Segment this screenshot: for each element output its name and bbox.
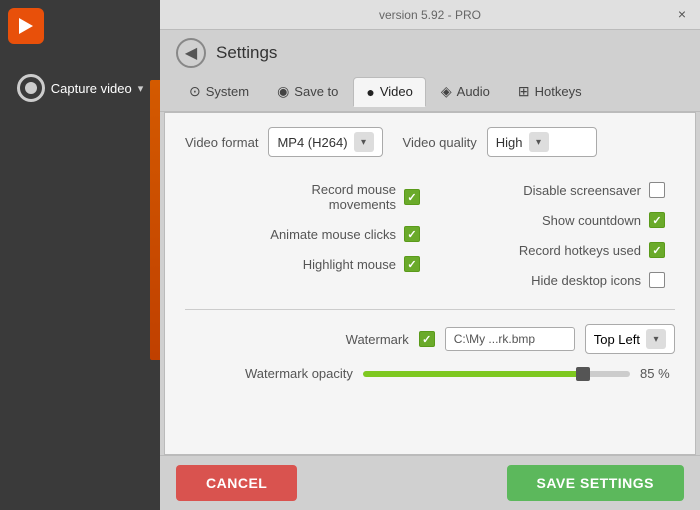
watermark-label: Watermark (346, 332, 409, 347)
sidebar: Capture video ▾ (0, 0, 160, 510)
content-panel: Video format MP4 (H264) ▾ Video quality … (164, 112, 696, 455)
back-icon: ◀ (185, 43, 197, 63)
app-logo (8, 8, 44, 44)
highlight-mouse-label: Highlight mouse (303, 257, 396, 272)
system-tab-label: System (206, 84, 249, 99)
options-grid: Record mousemovements Animate mouse clic… (185, 175, 675, 295)
back-button[interactable]: ◀ (176, 38, 206, 68)
watermark-position-select[interactable]: Top Left ▾ (585, 324, 675, 354)
capture-video-button[interactable]: Capture video ▾ (9, 70, 151, 106)
video-format-arrow-icon: ▾ (354, 132, 374, 152)
video-format-label: Video format (185, 135, 258, 150)
footer: CANCEL SAVE SETTINGS (160, 455, 700, 510)
video-tab-icon: ● (366, 84, 374, 100)
video-format-select[interactable]: MP4 (H264) ▾ (268, 127, 382, 157)
animate-clicks-label: Animate mouse clicks (270, 227, 396, 242)
watermark-pos-value: Top Left (594, 332, 640, 347)
capture-dropdown-arrow: ▾ (138, 82, 144, 95)
capture-video-label: Capture video (51, 81, 132, 96)
opacity-label: Watermark opacity (245, 366, 353, 381)
format-quality-row: Video format MP4 (H264) ▾ Video quality … (185, 127, 675, 157)
audio-tab-label: Audio (457, 84, 490, 99)
option-record-mouse: Record mousemovements (185, 175, 430, 219)
close-button[interactable]: × (672, 4, 692, 24)
video-tab-label: Video (380, 84, 413, 99)
option-show-countdown: Show countdown (430, 205, 675, 235)
tab-system[interactable]: ⊙ System (176, 76, 262, 107)
cancel-button[interactable]: CANCEL (176, 465, 297, 501)
record-circle-icon (17, 74, 45, 102)
video-quality-group: Video quality High ▾ (403, 127, 597, 157)
section-divider (185, 309, 675, 310)
hotkeys-tab-label: Hotkeys (535, 84, 582, 99)
watermark-row: Watermark C:\My ...rk.bmp Top Left ▾ (185, 324, 675, 354)
header-row: ◀ Settings (160, 30, 700, 72)
tab-video[interactable]: ● Video (353, 77, 425, 107)
saveto-tab-label: Save to (294, 84, 338, 99)
record-dot-icon (25, 82, 37, 94)
option-hide-icons: Hide desktop icons (430, 265, 675, 295)
option-highlight-mouse: Highlight mouse (185, 249, 430, 279)
animate-clicks-checkbox[interactable] (404, 226, 420, 242)
show-countdown-label: Show countdown (542, 213, 641, 228)
watermark-pos-arrow-icon: ▾ (646, 329, 666, 349)
video-quality-arrow-icon: ▾ (529, 132, 549, 152)
saveto-tab-icon: ◉ (277, 83, 289, 100)
record-mouse-label: Record mousemovements (311, 182, 396, 212)
tabs-bar: ⊙ System ◉ Save to ● Video ◈ Audio ⊞ Hot… (160, 72, 700, 112)
option-animate-clicks: Animate mouse clicks (185, 219, 430, 249)
hide-icons-checkbox[interactable] (649, 272, 665, 288)
tab-save-to[interactable]: ◉ Save to (264, 76, 351, 107)
watermark-path-field[interactable]: C:\My ...rk.bmp (445, 327, 575, 351)
topbar: version 5.92 - PRO × (160, 0, 700, 30)
tab-audio[interactable]: ◈ Audio (428, 76, 503, 107)
hide-icons-label: Hide desktop icons (531, 273, 641, 288)
record-mouse-checkbox[interactable] (404, 189, 420, 205)
system-tab-icon: ⊙ (189, 83, 201, 100)
sidebar-accent-strip (150, 80, 160, 360)
disable-screensaver-label: Disable screensaver (523, 183, 641, 198)
video-quality-label: Video quality (403, 135, 477, 150)
video-format-value: MP4 (H264) (277, 135, 347, 150)
audio-tab-icon: ◈ (441, 83, 452, 100)
watermark-checkbox[interactable] (419, 331, 435, 347)
version-label: version 5.92 - PRO (379, 8, 481, 22)
video-format-group: Video format MP4 (H264) ▾ (185, 127, 383, 157)
opacity-value: 85 % (640, 366, 675, 381)
hotkeys-tab-icon: ⊞ (518, 83, 530, 100)
highlight-mouse-checkbox[interactable] (404, 256, 420, 272)
show-countdown-checkbox[interactable] (649, 212, 665, 228)
opacity-row: Watermark opacity 85 % (185, 366, 675, 381)
record-hotkeys-label: Record hotkeys used (519, 243, 641, 258)
disable-screensaver-checkbox[interactable] (649, 182, 665, 198)
save-settings-button[interactable]: SAVE SETTINGS (507, 465, 684, 501)
opacity-slider[interactable] (363, 371, 630, 377)
page-title: Settings (216, 43, 277, 63)
tab-hotkeys[interactable]: ⊞ Hotkeys (505, 76, 595, 107)
video-quality-value: High (496, 135, 523, 150)
record-hotkeys-checkbox[interactable] (649, 242, 665, 258)
option-disable-screensaver: Disable screensaver (430, 175, 675, 205)
opacity-slider-thumb[interactable] (576, 367, 590, 381)
main-panel: version 5.92 - PRO × ◀ Settings ⊙ System… (160, 0, 700, 510)
option-record-hotkeys: Record hotkeys used (430, 235, 675, 265)
video-quality-select[interactable]: High ▾ (487, 127, 597, 157)
